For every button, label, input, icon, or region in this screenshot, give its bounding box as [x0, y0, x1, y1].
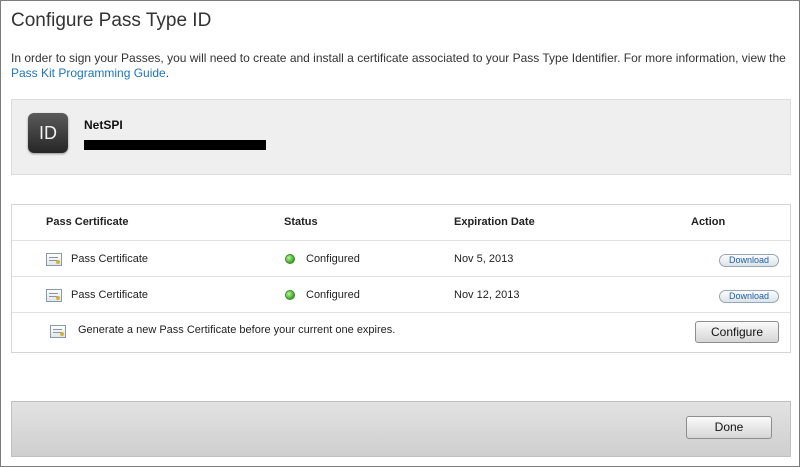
generate-row: Generate a new Pass Certificate before y…: [12, 313, 790, 352]
table-header-row: Pass Certificate Status Expiration Date …: [12, 205, 790, 241]
certificate-expiration: Nov 5, 2013: [454, 253, 514, 265]
table-row: Pass Certificate Configured Nov 5, 2013 …: [12, 241, 790, 277]
intro-text: In order to sign your Passes, you will n…: [11, 51, 786, 65]
configure-dialog: Configure Pass Type ID In order to sign …: [0, 0, 800, 467]
column-header-expiration: Expiration Date: [454, 216, 535, 228]
intro-suffix: .: [165, 66, 170, 80]
pass-type-id-panel: ID NetSPI: [11, 99, 791, 175]
status-dot-icon: [285, 290, 295, 300]
page-title: Configure Pass Type ID: [11, 10, 212, 31]
status-dot-icon: [285, 254, 295, 264]
certificate-status: Configured: [306, 289, 360, 301]
table-row: Pass Certificate Configured Nov 12, 2013…: [12, 277, 790, 313]
certificate-icon: [46, 253, 62, 266]
pass-kit-guide-link[interactable]: Pass Kit Programming Guide: [11, 66, 166, 80]
column-header-action: Action: [691, 216, 726, 228]
certificate-icon: [46, 289, 62, 302]
certificate-status: Configured: [306, 253, 360, 265]
certificate-icon: [50, 325, 66, 338]
intro-paragraph: In order to sign your Passes, you will n…: [11, 51, 791, 81]
id-badge-icon: ID: [28, 113, 68, 153]
pass-type-name: NetSPI: [84, 118, 123, 132]
certificate-name: Pass Certificate: [71, 253, 149, 265]
dialog-footer: Done: [11, 401, 791, 457]
redacted-identifier: [84, 140, 266, 150]
certificate-expiration: Nov 12, 2013: [454, 289, 520, 301]
column-header-certificate: Pass Certificate: [46, 216, 129, 228]
done-button[interactable]: Done: [686, 416, 772, 439]
download-button[interactable]: Download: [719, 254, 779, 267]
column-header-status: Status: [284, 216, 318, 228]
download-button[interactable]: Download: [719, 290, 779, 303]
certificate-table: Pass Certificate Status Expiration Date …: [11, 204, 791, 353]
configure-button[interactable]: Configure: [695, 321, 779, 343]
certificate-name: Pass Certificate: [71, 289, 149, 301]
generate-hint: Generate a new Pass Certificate before y…: [78, 324, 396, 336]
